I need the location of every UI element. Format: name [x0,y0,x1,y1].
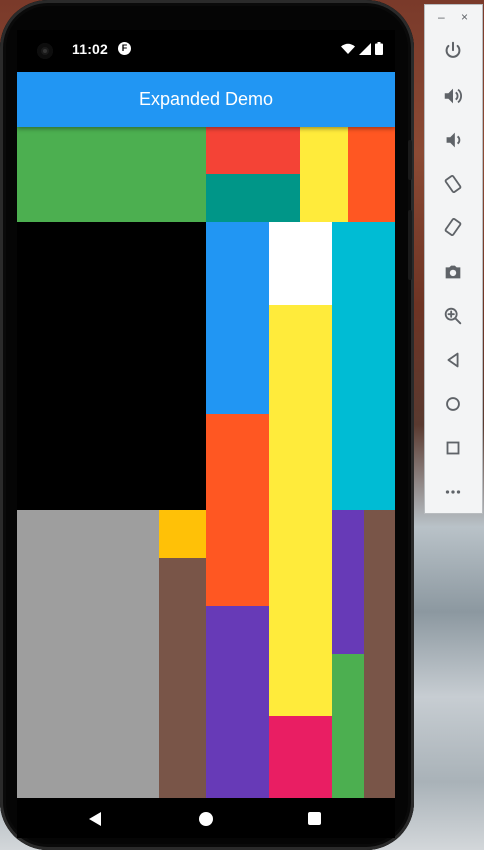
close-icon[interactable]: × [461,11,468,23]
deep-purple-block [206,606,269,798]
amber-block [159,510,206,558]
brown-block [159,558,206,798]
grey-block [17,510,159,798]
cyan-block [332,222,395,510]
rotate-left-icon[interactable] [439,170,467,198]
side-button [408,140,412,180]
home-icon[interactable] [439,390,467,418]
zoom-icon[interactable] [439,302,467,330]
deep-orange-tall-block [206,414,269,606]
deep-orange-block [348,127,395,222]
app-bar-title: Expanded Demo [138,89,274,109]
camera-icon[interactable] [439,258,467,286]
yellow-tall-block [269,305,332,716]
green-small-block [332,654,364,798]
nav-home-icon[interactable] [199,812,213,826]
yellow-block [300,127,348,222]
nav-recents-icon[interactable] [308,812,321,825]
teal-block [206,174,300,222]
power-icon[interactable] [439,37,467,65]
battery-icon [375,42,383,55]
brown-side-block [364,510,395,798]
emulator-toolbar: – × [424,4,483,514]
back-icon[interactable] [439,346,467,374]
volume-up-icon[interactable] [439,82,467,110]
purple-small-block [332,510,364,654]
device-screen: 11:02 F Expanded Demo [17,30,395,838]
minimize-icon[interactable]: – [438,11,445,23]
green-block [17,127,206,222]
status-time: 11:02 [72,41,109,57]
wifi-icon [341,43,355,54]
app-notification-icon: F [118,42,131,55]
more-icon[interactable] [439,478,467,506]
phone-frame: 11:02 F Expanded Demo [0,0,414,850]
white-block [269,222,332,305]
pink-block [269,716,332,798]
side-button [408,210,412,280]
rotate-right-icon[interactable] [439,213,467,241]
nav-back-icon[interactable] [89,812,101,826]
black-block [17,222,206,510]
signal-icon [359,42,371,55]
app-bar: Expanded Demo [17,72,395,127]
status-icons [341,42,383,55]
overview-icon[interactable] [439,434,467,462]
navigation-bar [17,798,395,838]
toolbar-window-controls: – × [425,11,484,25]
front-camera [37,43,53,59]
red-block [206,127,300,174]
blue-block [206,222,269,414]
volume-down-icon[interactable] [439,126,467,154]
status-bar: 11:02 F [17,30,395,72]
